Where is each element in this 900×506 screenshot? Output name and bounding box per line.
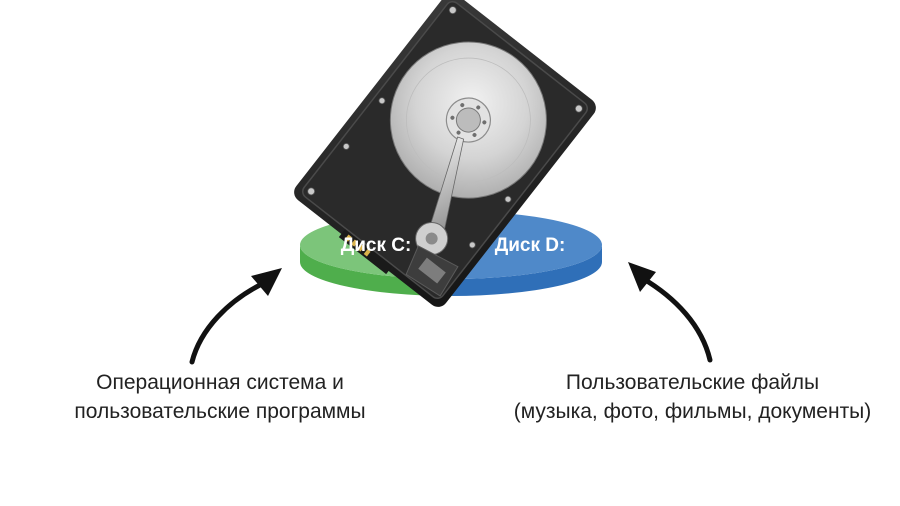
- curved-arrow-up-right-icon: [189, 268, 282, 365]
- disk-d-label: Диск D:: [495, 235, 566, 256]
- caption-user-files: Пользовательские файлы (музыка, фото, фи…: [505, 368, 880, 426]
- caption-left-line-1: Операционная система и: [96, 371, 344, 394]
- diagram-canvas: Диск C: Диск D:: [189, 0, 713, 365]
- caption-right-line-2: (музыка, фото, фильмы, документы): [513, 400, 872, 423]
- curved-arrow-up-left-icon: [628, 262, 713, 363]
- caption-left-line-2: пользовательские программы: [74, 400, 366, 423]
- caption-right-line-1: Пользовательские файлы: [565, 371, 820, 394]
- caption-os-programs: Операционная система и пользовательские …: [55, 368, 385, 426]
- disk-c-label: Диск C:: [341, 235, 412, 256]
